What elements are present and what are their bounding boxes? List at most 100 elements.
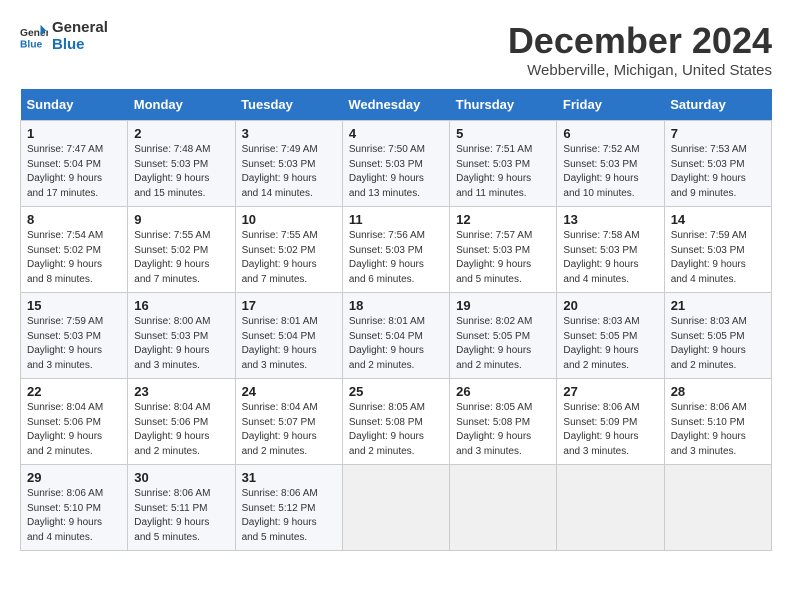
calendar-cell: 4 Sunrise: 7:50 AMSunset: 5:03 PMDaylight… [342, 121, 449, 207]
page-header: General Blue General Blue December 2024 … [20, 20, 772, 79]
day-info: Sunrise: 7:59 AMSunset: 5:03 PMDaylight:… [27, 315, 121, 373]
calendar-cell: 31 Sunrise: 8:06 AMSunset: 5:12 PMDayligh… [235, 465, 342, 551]
day-info: Sunrise: 7:51 AMSunset: 5:03 PMDaylight:… [456, 143, 550, 201]
day-number: 15 [27, 298, 121, 313]
weekday-header: Wednesday [342, 89, 449, 121]
day-number: 7 [671, 126, 765, 141]
weekday-header: Saturday [664, 89, 771, 121]
calendar-week-row: 22 Sunrise: 8:04 AMSunset: 5:06 PMDayligh… [21, 379, 772, 465]
day-info: Sunrise: 8:05 AMSunset: 5:08 PMDaylight:… [456, 401, 550, 459]
day-info: Sunrise: 8:06 AMSunset: 5:12 PMDaylight:… [242, 487, 336, 545]
calendar-cell: 1 Sunrise: 7:47 AMSunset: 5:04 PMDaylight… [21, 121, 128, 207]
day-info: Sunrise: 8:06 AMSunset: 5:10 PMDaylight:… [671, 401, 765, 459]
day-info: Sunrise: 7:58 AMSunset: 5:03 PMDaylight:… [563, 229, 657, 287]
calendar-cell: 19 Sunrise: 8:02 AMSunset: 5:05 PMDayligh… [450, 293, 557, 379]
calendar-cell [342, 465, 449, 551]
day-info: Sunrise: 7:55 AMSunset: 5:02 PMDaylight:… [242, 229, 336, 287]
day-number: 22 [27, 384, 121, 399]
day-number: 21 [671, 298, 765, 313]
logo-general: General [52, 20, 108, 37]
day-number: 6 [563, 126, 657, 141]
day-number: 9 [134, 212, 228, 227]
calendar-cell: 17 Sunrise: 8:01 AMSunset: 5:04 PMDayligh… [235, 293, 342, 379]
calendar-cell: 11 Sunrise: 7:56 AMSunset: 5:03 PMDayligh… [342, 207, 449, 293]
calendar-cell: 9 Sunrise: 7:55 AMSunset: 5:02 PMDaylight… [128, 207, 235, 293]
day-number: 25 [349, 384, 443, 399]
calendar-week-row: 15 Sunrise: 7:59 AMSunset: 5:03 PMDayligh… [21, 293, 772, 379]
title-block: December 2024 Webberville, Michigan, Uni… [508, 20, 772, 79]
day-info: Sunrise: 7:56 AMSunset: 5:03 PMDaylight:… [349, 229, 443, 287]
day-number: 1 [27, 126, 121, 141]
day-info: Sunrise: 7:50 AMSunset: 5:03 PMDaylight:… [349, 143, 443, 201]
calendar-cell: 30 Sunrise: 8:06 AMSunset: 5:11 PMDayligh… [128, 465, 235, 551]
day-info: Sunrise: 7:53 AMSunset: 5:03 PMDaylight:… [671, 143, 765, 201]
day-number: 31 [242, 470, 336, 485]
calendar-cell: 5Sunrise: 7:51 AMSunset: 5:03 PMDaylight… [450, 121, 557, 207]
calendar-cell: 14 Sunrise: 7:59 AMSunset: 5:03 PMDayligh… [664, 207, 771, 293]
day-number: 30 [134, 470, 228, 485]
calendar-week-row: 29 Sunrise: 8:06 AMSunset: 5:10 PMDayligh… [21, 465, 772, 551]
calendar-cell: 21 Sunrise: 8:03 AMSunset: 5:05 PMDayligh… [664, 293, 771, 379]
day-number: 3 [242, 126, 336, 141]
day-number: 26 [456, 384, 550, 399]
logo-blue: Blue [52, 37, 108, 54]
day-number: 23 [134, 384, 228, 399]
day-number: 18 [349, 298, 443, 313]
month-title: December 2024 [508, 20, 772, 62]
logo: General Blue General Blue [20, 20, 108, 53]
day-info: Sunrise: 8:06 AMSunset: 5:10 PMDaylight:… [27, 487, 121, 545]
day-info: Sunrise: 7:57 AMSunset: 5:03 PMDaylight:… [456, 229, 550, 287]
day-number: 14 [671, 212, 765, 227]
weekday-header: Tuesday [235, 89, 342, 121]
location: Webberville, Michigan, United States [508, 62, 772, 79]
day-info: Sunrise: 8:04 AMSunset: 5:06 PMDaylight:… [134, 401, 228, 459]
day-info: Sunrise: 8:06 AMSunset: 5:11 PMDaylight:… [134, 487, 228, 545]
day-number: 19 [456, 298, 550, 313]
weekday-header: Sunday [21, 89, 128, 121]
day-number: 2 [134, 126, 228, 141]
day-number: 12 [456, 212, 550, 227]
day-info: Sunrise: 8:05 AMSunset: 5:08 PMDaylight:… [349, 401, 443, 459]
day-number: 27 [563, 384, 657, 399]
day-number: 28 [671, 384, 765, 399]
calendar-cell: 23 Sunrise: 8:04 AMSunset: 5:06 PMDayligh… [128, 379, 235, 465]
calendar-cell: 8Sunrise: 7:54 AMSunset: 5:02 PMDaylight… [21, 207, 128, 293]
day-number: 4 [349, 126, 443, 141]
calendar-cell: 12 Sunrise: 7:57 AMSunset: 5:03 PMDayligh… [450, 207, 557, 293]
day-info: Sunrise: 8:01 AMSunset: 5:04 PMDaylight:… [349, 315, 443, 373]
day-info: Sunrise: 7:48 AMSunset: 5:03 PMDaylight:… [134, 143, 228, 201]
day-info: Sunrise: 8:00 AMSunset: 5:03 PMDaylight:… [134, 315, 228, 373]
day-number: 24 [242, 384, 336, 399]
calendar-cell: 28 Sunrise: 8:06 AMSunset: 5:10 PMDayligh… [664, 379, 771, 465]
day-info: Sunrise: 8:03 AMSunset: 5:05 PMDaylight:… [671, 315, 765, 373]
calendar-cell [557, 465, 664, 551]
logo-icon: General Blue [20, 23, 48, 51]
calendar-cell: 2 Sunrise: 7:48 AMSunset: 5:03 PMDaylight… [128, 121, 235, 207]
day-info: Sunrise: 7:47 AMSunset: 5:04 PMDaylight:… [27, 143, 121, 201]
day-number: 10 [242, 212, 336, 227]
calendar-cell: 18 Sunrise: 8:01 AMSunset: 5:04 PMDayligh… [342, 293, 449, 379]
calendar-cell: 27Sunrise: 8:06 AMSunset: 5:09 PMDayligh… [557, 379, 664, 465]
day-number: 20 [563, 298, 657, 313]
calendar-header-row: SundayMondayTuesdayWednesdayThursdayFrid… [21, 89, 772, 121]
day-number: 8 [27, 212, 121, 227]
day-info: Sunrise: 8:02 AMSunset: 5:05 PMDaylight:… [456, 315, 550, 373]
day-number: 29 [27, 470, 121, 485]
calendar-cell: 25 Sunrise: 8:05 AMSunset: 5:08 PMDayligh… [342, 379, 449, 465]
day-info: Sunrise: 7:52 AMSunset: 5:03 PMDaylight:… [563, 143, 657, 201]
calendar-cell: 3 Sunrise: 7:49 AMSunset: 5:03 PMDaylight… [235, 121, 342, 207]
weekday-header: Thursday [450, 89, 557, 121]
calendar-cell: 16Sunrise: 8:00 AMSunset: 5:03 PMDayligh… [128, 293, 235, 379]
calendar-cell: 26 Sunrise: 8:05 AMSunset: 5:08 PMDayligh… [450, 379, 557, 465]
day-info: Sunrise: 8:01 AMSunset: 5:04 PMDaylight:… [242, 315, 336, 373]
calendar-cell: 24Sunrise: 8:04 AMSunset: 5:07 PMDayligh… [235, 379, 342, 465]
day-number: 13 [563, 212, 657, 227]
weekday-header: Monday [128, 89, 235, 121]
calendar-cell: 6 Sunrise: 7:52 AMSunset: 5:03 PMDaylight… [557, 121, 664, 207]
calendar-cell: 15 Sunrise: 7:59 AMSunset: 5:03 PMDayligh… [21, 293, 128, 379]
day-number: 11 [349, 212, 443, 227]
day-info: Sunrise: 7:49 AMSunset: 5:03 PMDaylight:… [242, 143, 336, 201]
day-info: Sunrise: 7:55 AMSunset: 5:02 PMDaylight:… [134, 229, 228, 287]
day-info: Sunrise: 7:59 AMSunset: 5:03 PMDaylight:… [671, 229, 765, 287]
day-number: 17 [242, 298, 336, 313]
